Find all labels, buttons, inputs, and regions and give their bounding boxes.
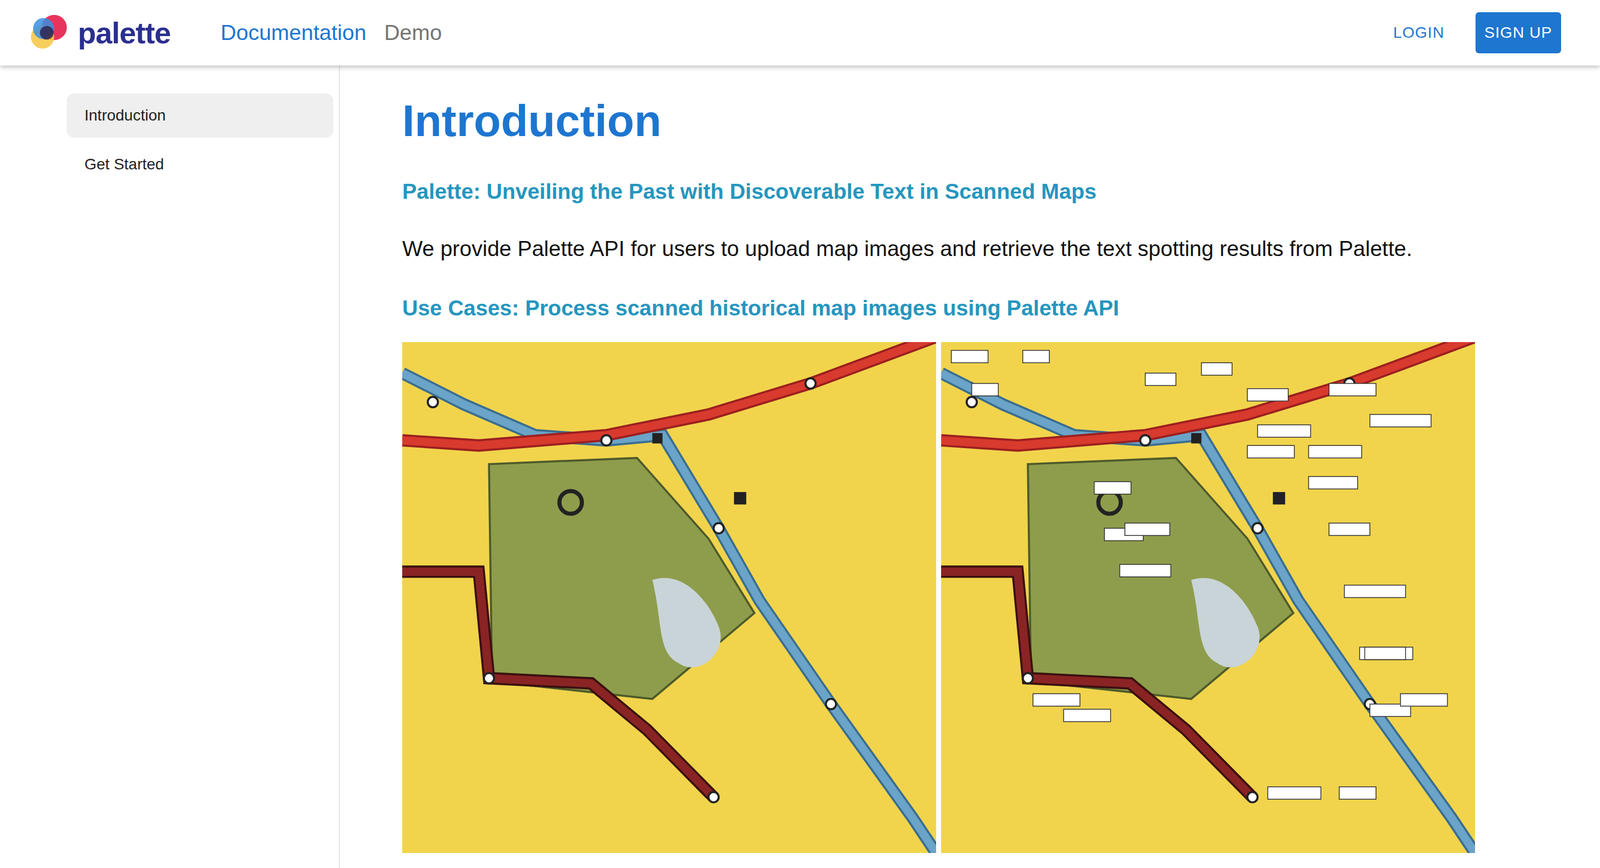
main-nav: Documentation Demo: [220, 20, 442, 45]
content: Introduction Palette: Unveiling the Past …: [340, 65, 1600, 868]
signup-button[interactable]: SIGN UP: [1475, 12, 1562, 54]
login-button[interactable]: LOGIN: [1393, 23, 1445, 42]
brand[interactable]: palette: [27, 11, 171, 54]
use-cases-heading: Use Cases: Process scanned historical ma…: [402, 295, 1600, 322]
annotated-map-image: [941, 342, 1475, 854]
nav-link[interactable]: Documentation: [220, 20, 367, 45]
subtitle: Palette: Unveiling the Past with Discove…: [402, 178, 1600, 205]
nav-link[interactable]: Demo: [383, 20, 442, 45]
sidebar-item[interactable]: Get Started: [66, 142, 334, 187]
sidebar: IntroductionGet Started: [0, 65, 340, 868]
map-figures: [402, 342, 1600, 854]
original-map-image: [402, 342, 937, 854]
palette-logo-icon: [27, 11, 70, 54]
logo-text: palette: [77, 15, 171, 50]
sidebar-item[interactable]: Introduction: [66, 93, 334, 138]
page: palette Documentation Demo LOGIN SIGN UP Intr…: [0, 0, 1600, 868]
main-area: IntroductionGet StartedIntroductionPalet…: [0, 65, 1600, 868]
page-title: Introduction: [402, 94, 1600, 148]
intro-paragraph: We provide Palette API for users to uplo…: [402, 236, 1600, 263]
top-bar: palette Documentation Demo LOGIN SIGN UP: [0, 0, 1600, 66]
